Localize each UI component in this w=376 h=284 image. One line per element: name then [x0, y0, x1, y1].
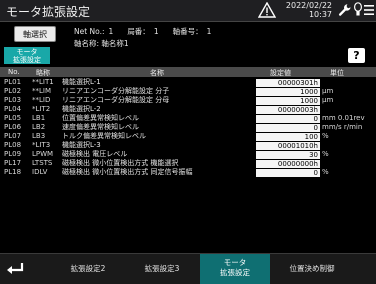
row-unit: μm — [322, 96, 334, 104]
row-symbol: **LIM — [32, 87, 52, 95]
row-value[interactable]: 00000000h — [256, 159, 320, 168]
row-no: PL18 — [4, 168, 22, 176]
axis-no-label: 軸番号： — [172, 27, 203, 36]
row-symbol: LB1 — [32, 114, 46, 122]
station-label: 局番： — [127, 27, 150, 36]
station-value: 1 — [153, 27, 159, 36]
row-no: PL17 — [4, 159, 22, 167]
header-no: No. — [8, 68, 20, 76]
tab-label-line1: モータ — [223, 258, 247, 267]
row-unit: mm 0.01rev — [322, 114, 365, 122]
row-no: PL03 — [4, 96, 22, 104]
row-unit: mm/s r/min — [322, 123, 363, 131]
row-value[interactable]: 0 — [256, 168, 320, 177]
table-row[interactable]: PL08 *LIT3 機能選択L-3 00001010h — [0, 141, 376, 150]
header-panel: 軸選択 モータ 拡張設定 Net No.: 1 局番： 1 軸番号： 1 軸名称: 軸名称… — [0, 22, 376, 64]
title-bar: モータ拡張設定 2022/02/22 10:37 — [0, 0, 376, 22]
row-symbol: LB2 — [32, 123, 46, 131]
motor-button-line1: モータ — [16, 48, 38, 56]
net-no-label: Net No.: — [74, 27, 105, 36]
row-symbol: *LIT2 — [32, 105, 51, 113]
table-header: No. 略称 名称 設定値 単位 — [0, 67, 376, 77]
row-unit: % — [322, 132, 329, 140]
tab-extended-settings-2[interactable]: 拡張設定2 — [58, 254, 118, 284]
tab-label-line2: 拡張設定 — [220, 268, 250, 277]
table-row[interactable]: PL01 **LIT1 機能選択L-1 00000301h — [0, 78, 376, 87]
row-value[interactable]: 00001010h — [256, 141, 320, 150]
table-row[interactable]: PL06 LB2 速度偏差異常検知レベル 0 mm/s r/min — [0, 123, 376, 132]
axis-name: 軸名称: 軸名称1 — [74, 39, 129, 48]
row-symbol: **LID — [32, 96, 51, 104]
tab-label: 拡張設定3 — [144, 264, 180, 273]
tab-extended-settings-3[interactable]: 拡張設定3 — [132, 254, 192, 284]
warning-icon[interactable] — [258, 2, 276, 18]
row-name: リニアエンコーダ分解能設定 分子 — [62, 87, 170, 95]
row-name: 機能選択L-3 — [62, 141, 101, 149]
row-name: 速度偏差異常検知レベル — [62, 123, 139, 131]
row-name: 磁極検出 微小位置検出方式 同定信号振幅 — [62, 168, 193, 176]
row-value[interactable]: 100 — [256, 132, 320, 141]
tab-label: 位置決め制御 — [289, 264, 335, 273]
row-name: トルク偏差異常検知レベル — [62, 132, 146, 140]
row-unit: % — [322, 168, 329, 176]
table-row[interactable]: PL07 LB3 トルク偏差異常検知レベル 100 % — [0, 132, 376, 141]
row-no: PL07 — [4, 132, 22, 140]
table-row[interactable]: PL05 LB1 位置偏差異常検知レベル 0 mm 0.01rev — [0, 114, 376, 123]
help-button[interactable]: ? — [348, 48, 365, 63]
tab-motor-extended-settings[interactable]: モータ 拡張設定 — [200, 254, 270, 284]
row-value[interactable]: 0 — [256, 123, 320, 132]
bulb-icon[interactable] — [354, 2, 362, 18]
row-name: 機能選択L-2 — [62, 105, 101, 113]
row-value[interactable]: 00000301h — [256, 78, 320, 87]
row-name: 磁極検出 電圧レベル — [62, 150, 128, 158]
time-text: 10:37 — [308, 10, 332, 19]
row-value[interactable]: 0 — [256, 114, 320, 123]
table-row[interactable]: PL18 IDLV 磁極検出 微小位置検出方式 同定信号振幅 0 % — [0, 168, 376, 177]
row-no: PL09 — [4, 150, 22, 158]
motor-button-line2: 拡張設定 — [13, 56, 41, 64]
table-row[interactable]: PL09 LPWM 磁極検出 電圧レベル 30 % — [0, 150, 376, 159]
row-no: PL04 — [4, 105, 22, 113]
row-no: PL06 — [4, 123, 22, 131]
menu-icon[interactable] — [364, 4, 374, 16]
table-row[interactable]: PL03 **LID リニアエンコーダ分解能設定 分母 1000 μm — [0, 96, 376, 105]
tab-label: 拡張設定2 — [70, 264, 106, 273]
row-value[interactable]: 30 — [256, 150, 320, 159]
axis-select-button[interactable]: 軸選択 — [14, 26, 56, 42]
row-symbol: IDLV — [32, 168, 48, 176]
table-row[interactable]: PL02 **LIM リニアエンコーダ分解能設定 分子 1000 μm — [0, 87, 376, 96]
row-name: 磁極検出 微小位置検出方式 機能選択 — [62, 159, 179, 167]
row-name: リニアエンコーダ分解能設定 分母 — [62, 96, 170, 104]
table-row[interactable]: PL17 LTSTS 磁極検出 微小位置検出方式 機能選択 00000000h — [0, 159, 376, 168]
parameter-table: PL01 **LIT1 機能選択L-1 00000301h PL02 **LIM… — [0, 77, 376, 247]
row-value[interactable]: 00000003h — [256, 105, 320, 114]
footer-nav: 拡張設定2 拡張設定3 モータ 拡張設定 位置決め制御 — [0, 253, 376, 284]
row-symbol: LB3 — [32, 132, 46, 140]
row-value[interactable]: 1000 — [256, 87, 320, 96]
row-name: 位置偏差異常検知レベル — [62, 114, 139, 122]
tab-positioning-control[interactable]: 位置決め制御 — [276, 254, 348, 284]
wrench-icon[interactable] — [338, 3, 352, 17]
date-text: 2022/02/22 — [285, 1, 332, 10]
back-arrow-icon[interactable] — [6, 261, 24, 277]
row-name: 機能選択L-1 — [62, 78, 101, 86]
axis-no-value: 1 — [206, 27, 212, 36]
row-unit: μm — [322, 87, 334, 95]
net-no-value: 1 — [108, 27, 114, 36]
motor-extended-settings-button[interactable]: モータ 拡張設定 — [4, 47, 50, 64]
table-row[interactable]: PL04 *LIT2 機能選択L-2 00000003h — [0, 105, 376, 114]
row-symbol: LPWM — [32, 150, 54, 158]
row-symbol: **LIT1 — [32, 78, 54, 86]
network-info: Net No.: 1 局番： 1 軸番号： 1 — [74, 26, 215, 37]
row-symbol: LTSTS — [32, 159, 53, 167]
row-symbol: *LIT3 — [32, 141, 51, 149]
row-no: PL01 — [4, 78, 22, 86]
row-unit: % — [322, 150, 329, 158]
row-no: PL05 — [4, 114, 22, 122]
row-value[interactable]: 1000 — [256, 96, 320, 105]
window-title: モータ拡張設定 — [6, 5, 91, 19]
row-no: PL02 — [4, 87, 22, 95]
datetime: 2022/02/22 10:37 — [284, 1, 332, 19]
row-no: PL08 — [4, 141, 22, 149]
